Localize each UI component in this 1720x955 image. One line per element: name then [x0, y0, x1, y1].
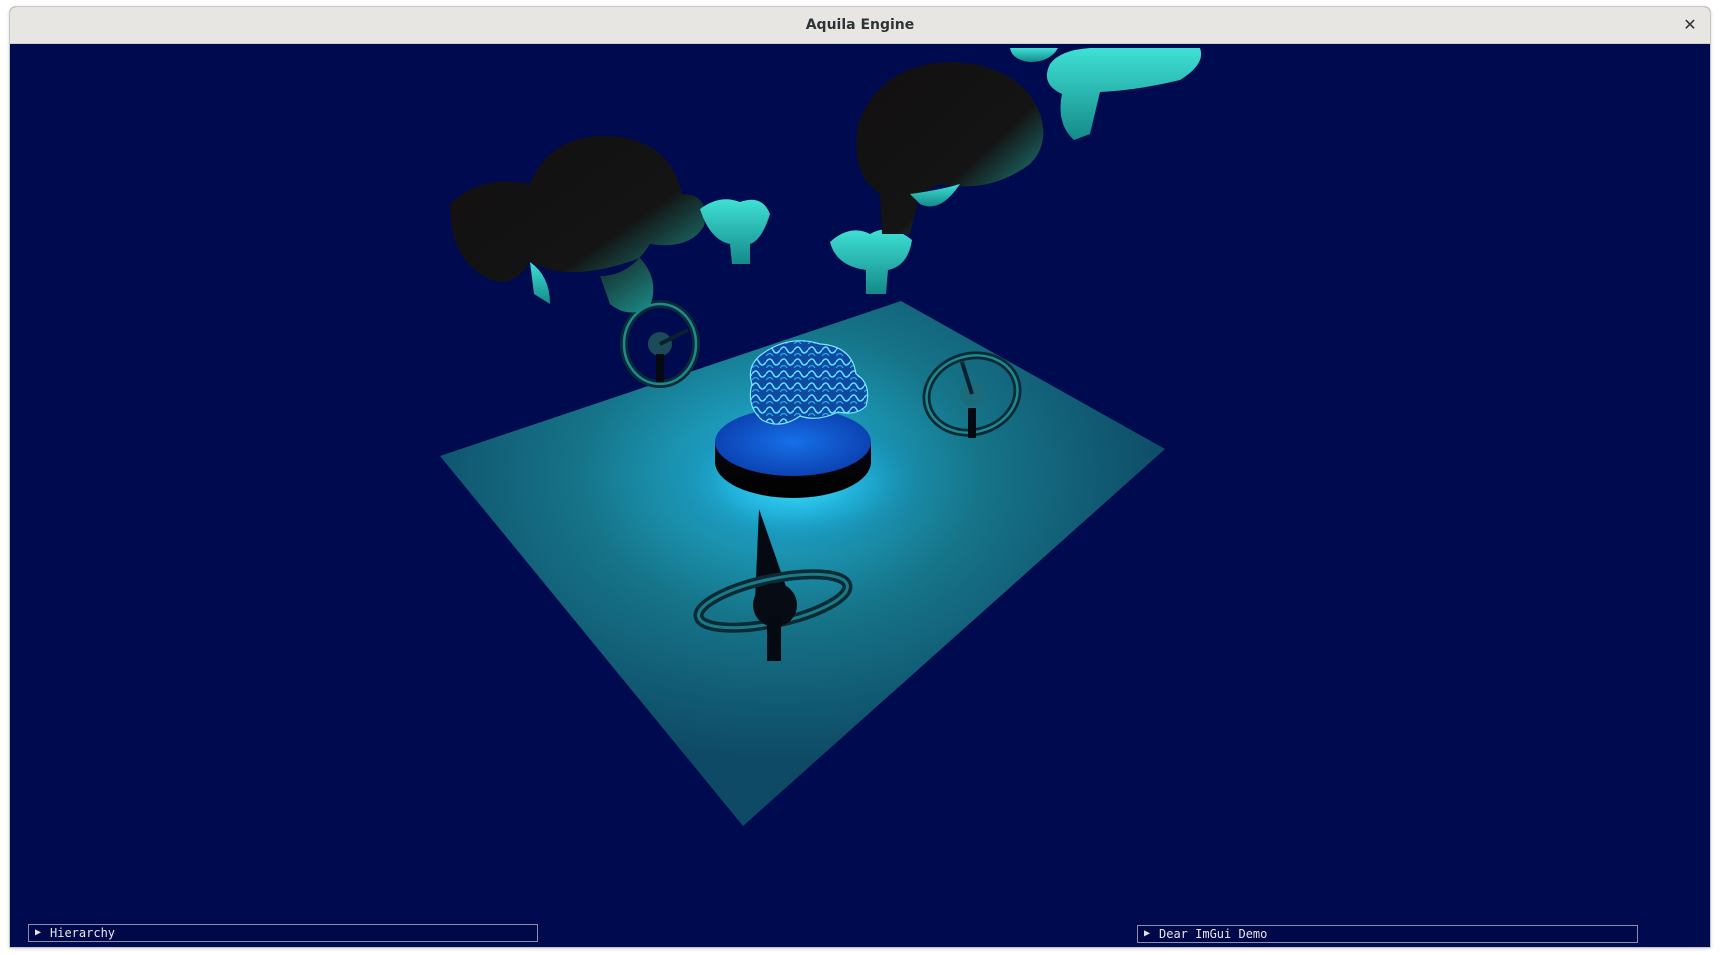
close-button[interactable]: ✕ — [1676, 11, 1704, 39]
render-viewport[interactable]: ▶ Hierarchy ▶ Dear ImGui Demo — [10, 44, 1710, 947]
app-window: Aquila Engine ✕ ▶ Hierarchy ▶ Dear ImGui… — [10, 7, 1710, 947]
title-bar[interactable]: Aquila Engine ✕ — [10, 7, 1710, 44]
scene-canvas — [440, 48, 1202, 826]
imgui-demo-panel-header[interactable]: ▶ Dear ImGui Demo — [1137, 925, 1638, 943]
monkey-head-small-left — [700, 199, 770, 264]
window-title: Aquila Engine — [805, 17, 915, 33]
collapse-arrow-icon: ▶ — [35, 927, 42, 938]
monkey-head-large-right — [856, 62, 1044, 234]
monkey-head-small-center — [830, 229, 912, 294]
monkey-head-large-left — [450, 135, 706, 313]
collapse-arrow-icon: ▶ — [1144, 928, 1151, 939]
hierarchy-panel-header[interactable]: ▶ Hierarchy — [28, 924, 538, 942]
gizmo-left — [620, 300, 700, 388]
imgui-demo-panel-title: Dear ImGui Demo — [1159, 927, 1268, 941]
hierarchy-panel-title: Hierarchy — [50, 926, 116, 940]
